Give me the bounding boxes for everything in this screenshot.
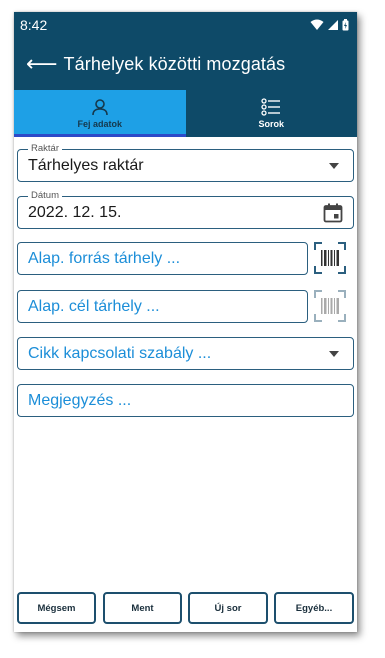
- battery-icon: [342, 19, 349, 31]
- warehouse-label: Raktár: [28, 143, 62, 154]
- barcode-scan-icon[interactable]: [313, 241, 347, 275]
- date-value: 2022. 12. 15.: [28, 203, 122, 221]
- other-button[interactable]: Egyéb...: [274, 592, 354, 624]
- source-bin-placeholder: Alap. forrás tárhely ...: [28, 249, 181, 267]
- arrow-left-icon[interactable]: ⟵: [26, 53, 58, 75]
- cancel-button[interactable]: Mégsem: [17, 592, 96, 624]
- phone-screen: 8:42 ⟵ Tárhelyek közötti mozgatás Fej ad…: [14, 12, 357, 632]
- note-field[interactable]: Megjegyzés ...: [17, 384, 354, 417]
- item-rule-select[interactable]: Cikk kapcsolati szabály ...: [17, 337, 354, 370]
- tab-rows[interactable]: Sorok: [186, 90, 358, 137]
- date-field[interactable]: Dátum 2022. 12. 15.: [17, 190, 354, 229]
- target-bin-placeholder: Alap. cél tárhely ...: [28, 297, 160, 315]
- note-placeholder: Megjegyzés ...: [28, 391, 132, 409]
- date-label: Dátum: [28, 190, 62, 201]
- new-row-button[interactable]: Új sor: [188, 592, 268, 624]
- person-icon: [91, 99, 108, 116]
- list-icon: [261, 98, 281, 116]
- barcode-scan-icon[interactable]: [313, 289, 347, 323]
- warehouse-select[interactable]: Raktár Tárhelyes raktár: [17, 143, 354, 182]
- dropdown-arrow-icon: [329, 163, 339, 169]
- status-time: 8:42: [20, 17, 48, 33]
- calendar-icon[interactable]: [323, 203, 343, 223]
- item-rule-placeholder: Cikk kapcsolati szabály ...: [28, 344, 212, 362]
- status-icons: [310, 19, 349, 31]
- dropdown-arrow-icon: [329, 351, 339, 357]
- tab-label: Fej adatok: [77, 119, 122, 129]
- warehouse-value: Tárhelyes raktár: [28, 156, 144, 174]
- page-title: Tárhelyek közötti mozgatás: [63, 53, 286, 74]
- tab-label: Sorok: [258, 119, 284, 129]
- source-bin-field[interactable]: Alap. forrás tárhely ...: [17, 242, 308, 275]
- save-button[interactable]: Ment: [103, 592, 182, 624]
- status-bar: 8:42: [14, 12, 357, 38]
- wifi-icon: [310, 19, 324, 30]
- signal-icon: [328, 20, 338, 30]
- tab-header-data[interactable]: Fej adatok: [14, 90, 186, 137]
- app-bar: ⟵ Tárhelyek közötti mozgatás: [14, 38, 357, 90]
- tab-bar: Fej adatok Sorok: [14, 90, 357, 137]
- target-bin-field[interactable]: Alap. cél tárhely ...: [17, 290, 308, 323]
